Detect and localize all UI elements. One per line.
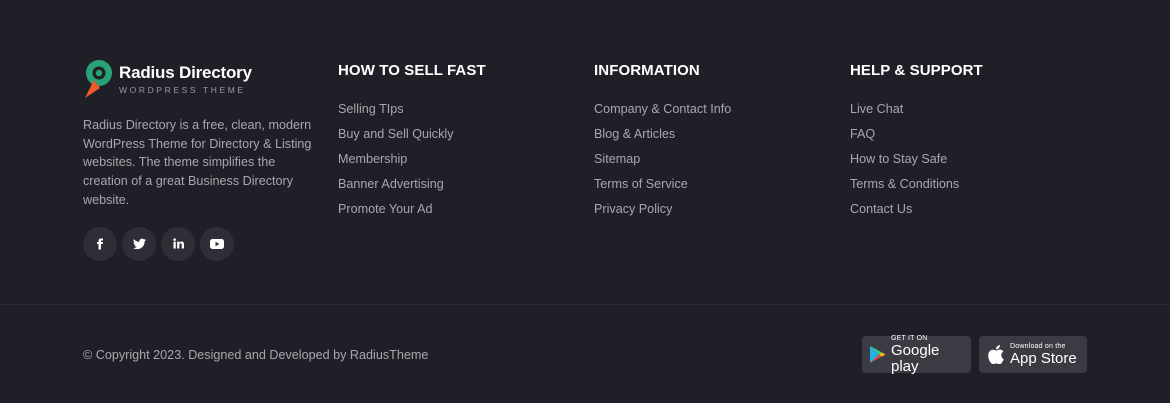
column-title: HELP & SUPPORT bbox=[850, 62, 983, 79]
footer-link[interactable]: Membership bbox=[338, 151, 486, 167]
column-title: INFORMATION bbox=[594, 62, 700, 79]
footer-link[interactable]: Selling TIps bbox=[338, 101, 486, 117]
footer-link[interactable]: Contact Us bbox=[850, 201, 983, 217]
link-list: Company & Contact Info Blog & Articles S… bbox=[594, 101, 731, 217]
footer-link[interactable]: Buy and Sell Quickly bbox=[338, 126, 486, 142]
column-title: HOW TO SELL FAST bbox=[338, 62, 486, 79]
footer-column-help: HELP & SUPPORT Live Chat FAQ How to Stay… bbox=[850, 58, 983, 226]
google-play-big-label: Google play bbox=[891, 341, 940, 375]
logo-subtitle: WORDPRESS THEME bbox=[119, 84, 246, 95]
youtube-icon bbox=[210, 238, 224, 249]
link-list: Selling TIps Buy and Sell Quickly Member… bbox=[338, 101, 486, 217]
footer-column-sell: HOW TO SELL FAST Selling TIps Buy and Se… bbox=[338, 58, 486, 226]
footer-link[interactable]: Terms & Conditions bbox=[850, 176, 983, 192]
brand-description: Radius Directory is a free, clean, moder… bbox=[83, 118, 312, 207]
social-links bbox=[83, 226, 318, 261]
app-store-big-label: App Store bbox=[1010, 349, 1077, 367]
facebook-icon bbox=[97, 238, 103, 250]
footer-link[interactable]: Privacy Policy bbox=[594, 201, 731, 217]
brand-column: Radius Directory WORDPRESS THEME Radius … bbox=[83, 58, 318, 261]
footer-link[interactable]: Live Chat bbox=[850, 101, 983, 117]
footer-link[interactable]: Banner Advertising bbox=[338, 176, 486, 192]
google-play-icon bbox=[869, 345, 886, 364]
google-play-button[interactable]: GET IT ON Google play bbox=[862, 335, 971, 375]
footer-link[interactable]: Promote Your Ad bbox=[338, 201, 486, 217]
copyright-text: © Copyright 2023. Designed and Developed… bbox=[83, 348, 429, 362]
footer-link[interactable]: FAQ bbox=[850, 126, 983, 142]
footer-link[interactable]: Blog & Articles bbox=[594, 126, 731, 142]
logo-title: Radius Directory bbox=[119, 62, 252, 82]
linkedin-icon bbox=[172, 238, 184, 249]
app-store-text: Download on the App Store bbox=[1010, 343, 1077, 367]
logo[interactable]: Radius Directory WORDPRESS THEME bbox=[83, 58, 318, 100]
footer-top: Radius Directory WORDPRESS THEME Radius … bbox=[0, 0, 1170, 304]
link-list: Live Chat FAQ How to Stay Safe Terms & C… bbox=[850, 101, 983, 217]
youtube-button[interactable] bbox=[200, 226, 234, 261]
logo-text: Radius Directory WORDPRESS THEME bbox=[119, 63, 252, 96]
linkedin-button[interactable] bbox=[161, 226, 195, 261]
logo-mark-icon bbox=[83, 58, 115, 100]
apple-icon bbox=[988, 345, 1004, 364]
facebook-button[interactable] bbox=[83, 226, 117, 261]
footer-link[interactable]: How to Stay Safe bbox=[850, 151, 983, 167]
google-play-text: GET IT ON Google play bbox=[891, 335, 971, 375]
app-store-button[interactable]: Download on the App Store bbox=[979, 336, 1087, 373]
twitter-icon bbox=[132, 238, 146, 249]
footer-divider bbox=[0, 304, 1170, 305]
footer-link[interactable]: Company & Contact Info bbox=[594, 101, 731, 117]
footer-column-information: INFORMATION Company & Contact Info Blog … bbox=[594, 58, 731, 226]
twitter-button[interactable] bbox=[122, 226, 156, 261]
footer-link[interactable]: Terms of Service bbox=[594, 176, 731, 192]
footer-link[interactable]: Sitemap bbox=[594, 151, 731, 167]
